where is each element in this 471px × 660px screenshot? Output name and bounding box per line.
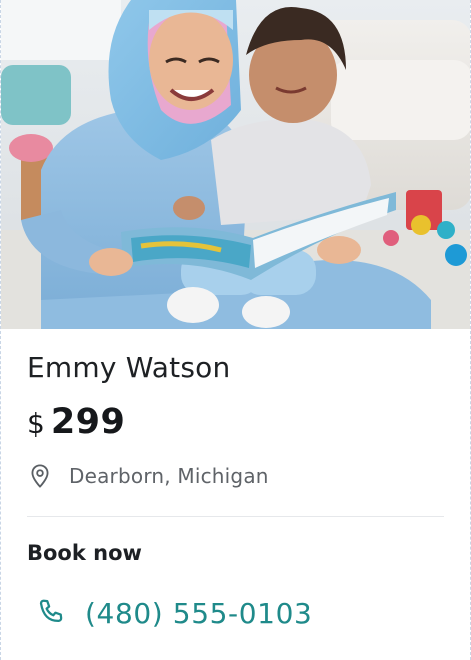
nanny-card[interactable]: Emmy Watson $ 299 Dearborn, Michigan Boo… [0, 0, 471, 660]
profile-photo [1, 0, 470, 329]
location: Dearborn, Michigan [27, 460, 269, 492]
location-text: Dearborn, Michigan [69, 464, 269, 488]
price-amount: 299 [50, 402, 126, 442]
divider [27, 516, 444, 517]
price: $ 299 [27, 402, 125, 442]
map-pin-icon [31, 464, 49, 488]
book-now-heading: Book now [27, 541, 142, 565]
price-currency: $ [27, 407, 45, 440]
nanny-name: Emmy Watson [27, 351, 231, 384]
phone-number: (480) 555-0103 [85, 596, 313, 630]
phone-link[interactable]: (480) 555-0103 [35, 592, 312, 634]
phone-icon [39, 599, 63, 623]
